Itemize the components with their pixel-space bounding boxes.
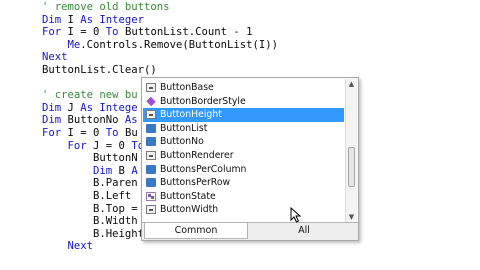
code-keyword: Dim xyxy=(42,114,62,127)
code-keyword: Next xyxy=(42,240,94,253)
completion-item[interactable]: ButtonWidth xyxy=(143,203,344,217)
code-line: ' remove old buttons xyxy=(42,1,170,14)
completion-item-label: ButtonsPerColumn xyxy=(160,163,247,175)
completion-item[interactable]: ButtonBorderStyle xyxy=(143,95,344,109)
intellisense-list: ButtonBase ButtonBorderStyle ButtonHeight B… xyxy=(143,81,344,222)
code-line: ButtonN xyxy=(42,152,138,165)
code-comment: ' create new bu xyxy=(42,89,138,102)
completion-item-label: ButtonBase xyxy=(160,82,214,93)
completion-item-label: ButtonNo xyxy=(160,136,204,148)
code-line: For J = 0 To xyxy=(42,139,145,153)
completion-item-label: ButtonList xyxy=(160,122,208,134)
code-keyword: As Intege xyxy=(80,101,138,114)
struct-icon xyxy=(146,191,156,201)
code-line: ButtonList.Clear() xyxy=(42,64,157,77)
code-text: B.Paren xyxy=(42,177,138,190)
code-text: ButtonN xyxy=(42,152,138,165)
code-line: B.Left xyxy=(42,190,131,203)
code-keyword: Dim xyxy=(42,13,62,26)
completion-item[interactable]: ButtonsPerRow xyxy=(143,176,344,190)
code-keyword: For xyxy=(42,127,62,139)
field-icon xyxy=(146,123,156,133)
field-icon xyxy=(146,178,156,188)
completion-item-label: ButtonRenderer xyxy=(160,149,234,161)
code-comment: ' remove old buttons xyxy=(42,1,170,13)
code-line: For I = 0 To ButtonList.Count - 1 xyxy=(42,26,253,39)
method-icon xyxy=(146,96,156,106)
code-line: Dim B A xyxy=(42,165,138,178)
code-text: B xyxy=(112,164,132,177)
field-icon xyxy=(146,164,156,174)
field-icon xyxy=(146,137,156,147)
completion-item[interactable]: ButtonRenderer xyxy=(143,149,344,163)
code-keyword: As xyxy=(124,114,138,127)
code-text: ButtonNo xyxy=(61,114,125,127)
code-line: Dim ButtonNo As xyxy=(42,114,138,127)
code-text: B.Left xyxy=(42,190,132,202)
code-line: Me.Controls.Remove(ButtonList(I)) xyxy=(42,38,279,52)
code-text: .Controls.Remove(ButtonList(I)) xyxy=(80,38,278,51)
code-text: B.Top = xyxy=(42,202,138,215)
code-keyword: For xyxy=(42,26,62,39)
mouse-pointer-icon xyxy=(290,207,302,223)
scroll-up-arrow-icon[interactable]: ▲ xyxy=(346,79,357,90)
code-keyword: To xyxy=(105,26,119,39)
code-keyword: For xyxy=(42,139,87,152)
code-keyword: Dim xyxy=(42,164,113,177)
code-text: ButtonList.Count - 1 xyxy=(118,26,253,39)
completion-item-label: ButtonWidth xyxy=(160,204,219,216)
completion-item-label: ButtonBorderStyle xyxy=(160,95,246,107)
code-text: J = 0 xyxy=(86,139,132,152)
code-keyword: Me xyxy=(42,38,81,51)
property-icon xyxy=(146,83,156,92)
code-line: For I = 0 To Bu xyxy=(42,127,138,140)
tab-all[interactable]: All xyxy=(252,223,356,239)
completion-item[interactable]: ButtonState xyxy=(143,190,344,204)
code-line: Next xyxy=(42,240,94,253)
code-line: Dim I As Integer xyxy=(42,14,144,27)
code-keyword: Next xyxy=(42,51,68,64)
completion-item-label: ButtonsPerRow xyxy=(160,177,231,189)
completion-item[interactable]: ButtonHeight xyxy=(143,108,344,122)
completion-item[interactable]: ButtonNo xyxy=(143,135,344,149)
completion-item[interactable]: ButtonBase xyxy=(143,81,344,95)
code-line: B.Width xyxy=(42,215,138,228)
code-text: J xyxy=(61,101,81,114)
completion-item[interactable]: ButtonsPerColumn xyxy=(143,163,344,177)
completion-item-label: ButtonHeight xyxy=(160,109,222,121)
code-text: ButtonList.Clear() xyxy=(42,64,157,76)
code-text: I = 0 xyxy=(61,26,106,39)
code-text: I = 0 xyxy=(61,127,106,139)
list-scrollbar[interactable]: ▲ ▼ xyxy=(345,79,357,223)
intellisense-tabs: Common All xyxy=(142,222,358,240)
property-icon xyxy=(146,150,156,160)
code-keyword: To xyxy=(105,127,119,139)
code-line: Dim J As Intege xyxy=(42,102,138,115)
code-keyword: A xyxy=(131,164,138,177)
tab-common[interactable]: Common xyxy=(144,223,248,239)
intellisense-popup: ButtonBase ButtonBorderStyle ButtonHeight B… xyxy=(141,77,359,241)
code-line: B.Top = xyxy=(42,203,138,216)
completion-item-label: ButtonState xyxy=(160,190,216,202)
code-line: ' create new bu xyxy=(42,89,138,102)
code-text: B.Width xyxy=(42,215,138,228)
property-icon xyxy=(146,110,156,120)
code-text: Bu xyxy=(118,127,138,139)
code-text: I xyxy=(61,13,81,26)
code-line: Next xyxy=(42,51,68,64)
scrollbar-thumb[interactable] xyxy=(348,147,355,187)
code-keyword: As Integer xyxy=(80,13,145,26)
property-icon xyxy=(146,205,156,215)
code-line: B.Paren xyxy=(42,177,138,190)
code-keyword: Dim xyxy=(42,101,62,114)
completion-item[interactable]: ButtonList xyxy=(143,122,344,136)
